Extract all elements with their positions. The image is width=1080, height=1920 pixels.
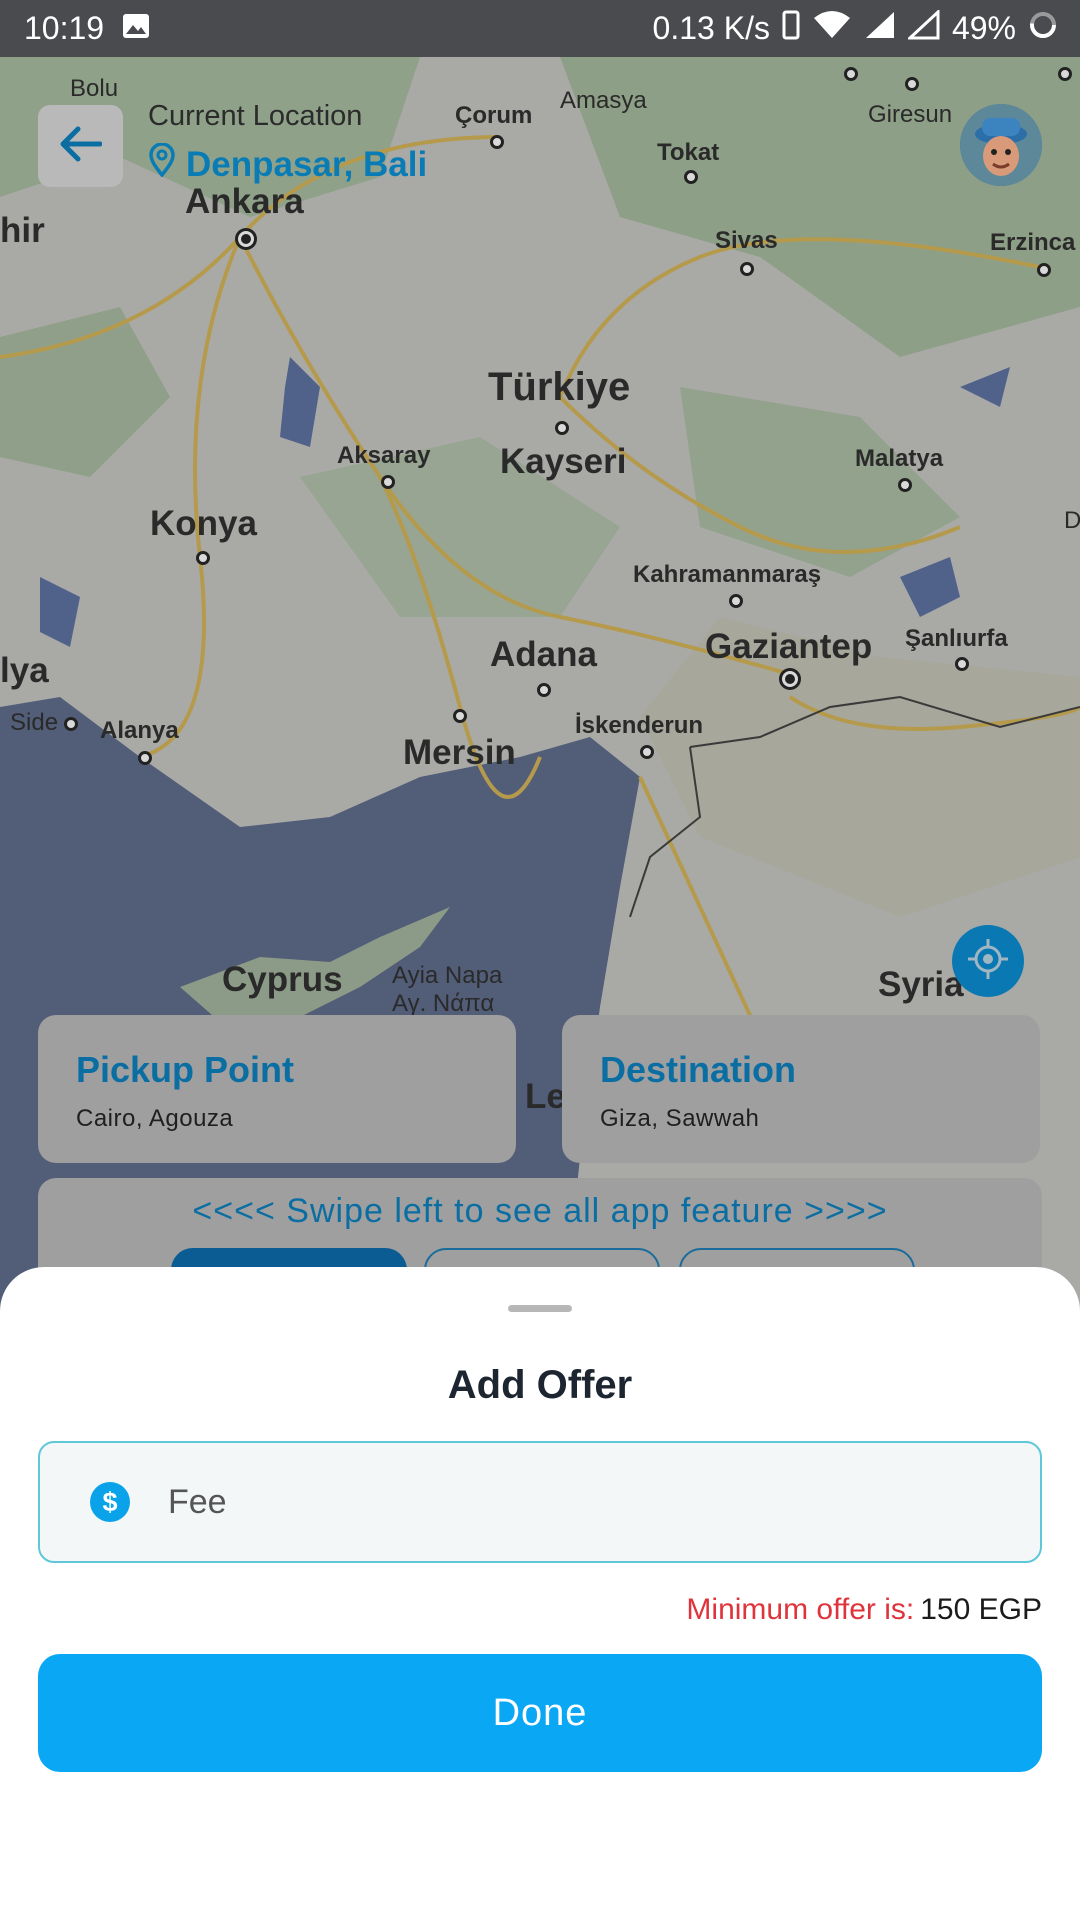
dollar-icon: $ [90, 1482, 130, 1522]
current-location-value: Denpasar, Bali [148, 142, 428, 186]
city-dot-corum [490, 135, 504, 149]
map-label-malatya: Malatya [855, 445, 944, 472]
minimum-offer-label: Minimum offer is: [686, 1593, 915, 1626]
map-label-turkiye: Türkiye [488, 365, 631, 409]
map-label-erzinca: Erzinca [990, 229, 1076, 256]
my-location-button[interactable] [952, 925, 1024, 997]
destination-title: Destination [600, 1049, 797, 1090]
fee-input[interactable] [168, 1482, 868, 1522]
map-label-side: Side [10, 709, 59, 736]
city-dot-sivas [740, 262, 754, 276]
city-dot-1 [844, 67, 858, 81]
map-label-amasya: Amasya [560, 87, 647, 114]
map-label-hir: hir [0, 211, 45, 250]
minimum-offer: Minimum offer is: 150 EGP [686, 1593, 1042, 1627]
city-dot-kayseri [555, 421, 569, 435]
map-label-tokat: Tokat [657, 139, 720, 166]
map-label-giresun: Giresun [868, 101, 953, 128]
cell-signal-2-icon [906, 8, 940, 48]
cell-signal-icon [864, 10, 896, 48]
gallery-notification-icon [122, 10, 150, 47]
city-dot-3 [1058, 67, 1072, 81]
map-label-aksaray: Aksaray [337, 442, 431, 469]
map-label-ay-napa: Αγ. Νάπα [392, 990, 495, 1017]
map-label-alanya: Alanya [100, 717, 179, 744]
minimum-offer-value: 150 EGP [920, 1593, 1042, 1626]
map-label-corum: Çorum [455, 102, 533, 129]
city-dot-2 [905, 77, 919, 91]
map-label-iskenderun: İskenderun [575, 712, 704, 739]
current-location[interactable]: Current Location Denpasar, Bali [148, 100, 427, 186]
location-pin-icon [148, 142, 176, 186]
destination-card[interactable]: Destination Giza, Sawwah [562, 1015, 1040, 1163]
pickup-point-title: Pickup Point [76, 1049, 295, 1090]
city-dot-adana [537, 683, 551, 697]
network-speed: 0.13 K/s [652, 10, 770, 46]
city-dot-gaziantep [785, 674, 795, 684]
wifi-icon [812, 10, 852, 48]
phone-icon [782, 10, 800, 48]
city-dot-malatya [898, 478, 912, 492]
map-label-cyprus: Cyprus [222, 960, 343, 999]
sheet-drag-handle[interactable] [508, 1305, 572, 1312]
city-dot-sanliurfa [955, 657, 969, 671]
map-label-syria: Syria [878, 965, 964, 1004]
map-label-alya: lya [0, 651, 49, 690]
city-dot-iskenderun [640, 745, 654, 759]
city-dot-erzinca [1037, 263, 1051, 277]
pickup-point-value: Cairo, Agouza [76, 1105, 234, 1132]
swipe-hint: <<<< Swipe left to see all app feature >… [192, 1192, 888, 1230]
current-location-text: Denpasar, Bali [186, 144, 428, 184]
battery-icon [1028, 10, 1058, 48]
battery-level: 49% [951, 10, 1016, 46]
city-dot-side [64, 717, 78, 731]
done-button[interactable]: Done [38, 1654, 1042, 1772]
map-label-mersin: Mersin [403, 733, 516, 772]
status-bar: 10:19 0.13 K/s 49% [0, 0, 1080, 57]
city-dot-konya [196, 551, 210, 565]
city-dot-ankara [241, 234, 251, 244]
status-time: 10:19 [24, 10, 105, 46]
back-button[interactable] [38, 105, 123, 187]
city-dot-tokat [684, 170, 698, 184]
map-label-le: Le [525, 1077, 566, 1116]
map-label-sivas: Sivas [715, 227, 778, 254]
add-offer-sheet: Add Offer $ Minimum offer is: 150 EGP Do… [0, 1267, 1080, 1920]
pickup-point-card[interactable]: Pickup Point Cairo, Agouza [38, 1015, 516, 1163]
arrow-left-icon [60, 126, 102, 167]
destination-value: Giza, Sawwah [600, 1105, 760, 1132]
map-label-bolu: Bolu [70, 75, 119, 102]
map-label-ankara: Ankara [185, 182, 304, 221]
map-label-ayia-napa: Ayia Napa [392, 962, 503, 989]
sheet-title: Add Offer [447, 1363, 633, 1407]
map-label-konya: Konya [150, 504, 257, 543]
avatar[interactable] [960, 104, 1042, 186]
crosshair-icon [966, 937, 1010, 986]
city-dot-alanya [138, 751, 152, 765]
map-label-d: D [1064, 507, 1080, 534]
fee-field[interactable]: $ [38, 1441, 1042, 1563]
current-location-title: Current Location [148, 100, 363, 132]
map-label-kayseri: Kayseri [500, 442, 627, 481]
map-label-kahramanmaras: Kahramanmaraş [633, 561, 822, 588]
city-dot-kahramanmaras [729, 594, 743, 608]
map-label-adana: Adana [490, 635, 597, 674]
city-dot-mersin-west [453, 709, 467, 723]
map-label-sanliurfa: Şanlıurfa [905, 625, 1008, 652]
map-label-gaziantep: Gaziantep [705, 627, 873, 666]
city-dot-aksaray [381, 475, 395, 489]
